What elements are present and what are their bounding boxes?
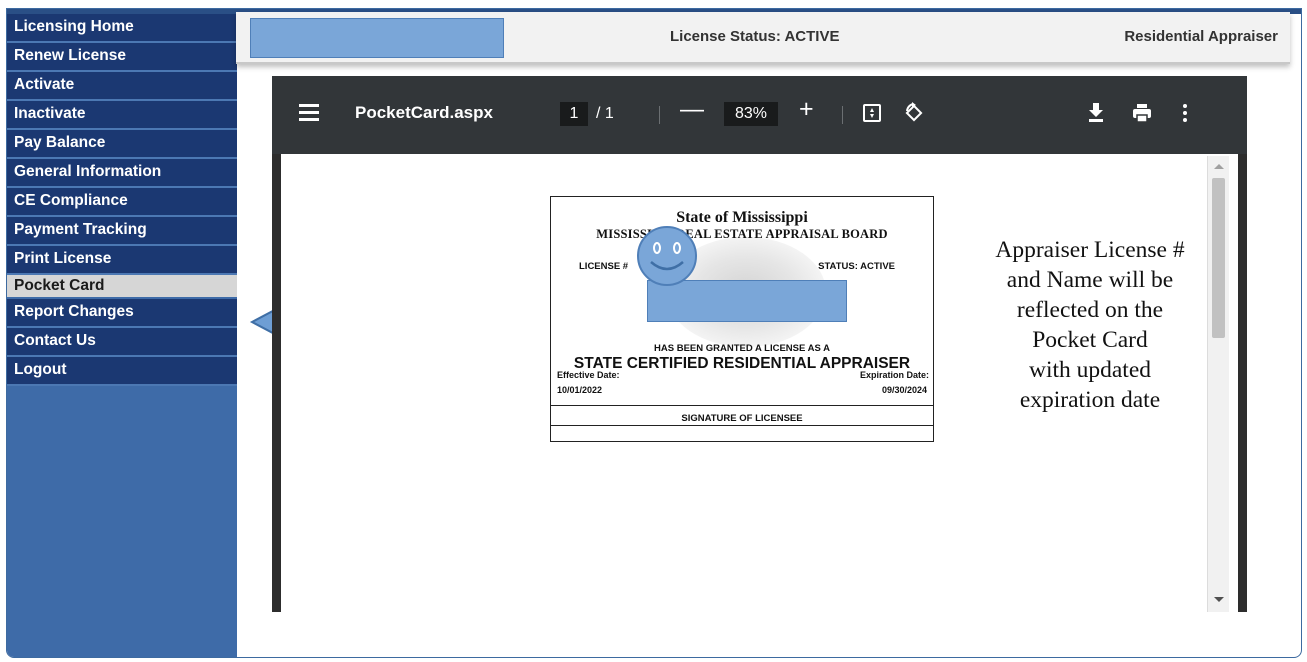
license-status: License Status: ACTIVE [670, 28, 840, 45]
more-options-icon[interactable] [1182, 104, 1188, 126]
sidebar: Licensing Home Renew License Activate In… [7, 14, 237, 657]
card-board-name: MISSISSIPPI REAL ESTATE APPRAISAL BOARD [596, 227, 888, 241]
zoom-level-input[interactable]: 83% [724, 102, 778, 126]
card-bottom-rule [551, 425, 933, 426]
sidebar-item-print-license[interactable]: Print License [7, 246, 237, 275]
annotation-line: Appraiser License # [995, 237, 1185, 263]
licensee-name-redaction [250, 18, 504, 58]
card-status: STATUS: ACTIVE [818, 261, 895, 272]
toolbar-divider [842, 106, 843, 124]
page-total: / 1 [596, 105, 614, 122]
pdf-viewer: PocketCard.aspx 1 / 1 — 83% + State of M… [272, 76, 1247, 612]
annotation-line: expiration date [1019, 387, 1161, 413]
scroll-up-icon[interactable] [1214, 164, 1224, 169]
license-header-bar: License Status: ACTIVE Residential Appra… [236, 12, 1290, 64]
smiley-face-icon [637, 226, 697, 286]
card-state-title: State of Mississippi [676, 209, 808, 226]
sidebar-item-ce-compliance[interactable]: CE Compliance [7, 188, 237, 217]
annotation-callout: Appraiser License # and Name will be ref… [952, 235, 1228, 415]
sidebar-item-pocket-card[interactable]: Pocket Card [7, 275, 237, 299]
fit-page-icon[interactable] [863, 104, 881, 122]
page-number-input[interactable]: 1 [560, 102, 588, 126]
sidebar-item-inactivate[interactable]: Inactivate [7, 101, 237, 130]
annotation-line: Pocket Card [1032, 327, 1148, 353]
print-icon[interactable] [1132, 103, 1152, 123]
sidebar-item-payment-tracking[interactable]: Payment Tracking [7, 217, 237, 246]
sidebar-item-report-changes[interactable]: Report Changes [7, 299, 237, 328]
annotation-line: with updated [1028, 357, 1152, 383]
annotation-line: and Name will be [1006, 267, 1174, 293]
rotate-icon[interactable] [903, 102, 925, 124]
sidebar-item-contact-us[interactable]: Contact Us [7, 328, 237, 357]
download-icon[interactable] [1087, 103, 1105, 123]
card-effective-date: 10/01/2022 [557, 385, 603, 395]
card-signature-label: SIGNATURE OF LICENSEE [681, 413, 803, 424]
sidebar-item-logout[interactable]: Logout [7, 357, 237, 386]
zoom-out-button[interactable]: — [680, 98, 704, 122]
sidebar-item-activate[interactable]: Activate [7, 72, 237, 101]
sidebar-item-renew-license[interactable]: Renew License [7, 43, 237, 72]
annotation-line: reflected on the [1016, 297, 1164, 323]
document-name: PocketCard.aspx [355, 103, 493, 122]
zoom-in-button[interactable]: + [799, 97, 814, 122]
menu-icon[interactable] [299, 101, 319, 125]
license-type: Residential Appraiser [1124, 28, 1278, 45]
card-expiration-date: 09/30/2024 [881, 385, 927, 395]
scroll-down-icon[interactable] [1214, 597, 1224, 602]
sidebar-item-licensing-home[interactable]: Licensing Home [7, 14, 237, 43]
card-license-label: LICENSE # [579, 261, 629, 272]
card-expiration-label: Expiration Date: [859, 370, 929, 380]
sidebar-item-general-information[interactable]: General Information [7, 159, 237, 188]
toolbar-divider [659, 106, 660, 124]
sidebar-item-pay-balance[interactable]: Pay Balance [7, 130, 237, 159]
card-effective-label: Effective Date: [557, 370, 620, 380]
card-granted-text: HAS BEEN GRANTED A LICENSE AS A [654, 343, 830, 354]
pdf-toolbar: PocketCard.aspx 1 / 1 — 83% + [272, 76, 1247, 154]
signature-line [551, 405, 933, 406]
